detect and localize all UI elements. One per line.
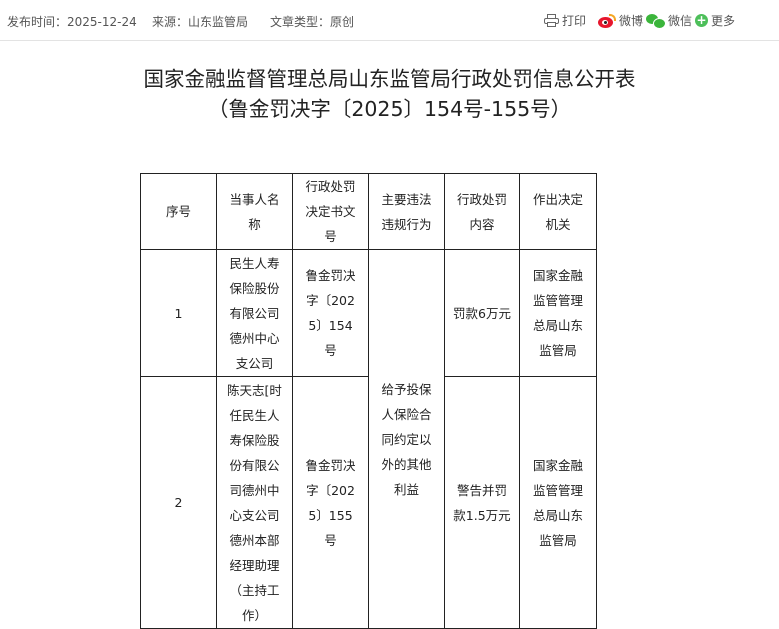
header-violation: 主要违法违规行为: [368, 173, 445, 250]
print-button[interactable]: 打印: [544, 12, 586, 29]
row-party: 陈天志[时任民生人寿保险股份有限公司德州中心支公司德州本部经理助理（主持工作）: [216, 376, 293, 629]
more-label: 更多: [711, 14, 736, 28]
article-meta-bar: 发布时间：2025-12-24 来源：山东监管局 文章类型：原创 打印 微博 微…: [0, 0, 779, 41]
row-authority: 国家金融监管管理总局山东监管局: [519, 376, 597, 629]
table-header-row: 序号 当事人名称 行政处罚决定书文号 主要违法违规行为 行政处罚内容 作出决定机…: [140, 173, 597, 250]
wechat-icon: [646, 13, 666, 29]
source: 来源：山东监管局: [152, 15, 249, 29]
weibo-label: 微博: [619, 14, 644, 28]
row-doc-no: 鲁金罚决字〔2025〕154号: [292, 249, 369, 377]
plus-icon: +: [695, 13, 708, 27]
article-type: 文章类型：原创: [270, 15, 355, 29]
row-seq: 2: [140, 376, 217, 629]
weibo-icon: [598, 13, 616, 28]
wechat-label: 微信: [668, 14, 693, 28]
publish-time: 发布时间：2025-12-24: [7, 15, 137, 29]
printer-icon: [544, 14, 559, 27]
header-authority: 作出决定机关: [519, 173, 597, 250]
row-party: 民生人寿保险股份有限公司德州中心支公司: [216, 249, 293, 377]
weibo-share-button[interactable]: 微博: [598, 12, 643, 29]
row-doc-no: 鲁金罚决字〔2025〕155号: [292, 376, 369, 629]
row-authority: 国家金融监管管理总局山东监管局: [519, 249, 597, 377]
wechat-share-button[interactable]: 微信: [646, 12, 692, 29]
header-party: 当事人名称: [216, 173, 293, 250]
header-seq: 序号: [140, 173, 217, 250]
page-title: 国家金融监督管理总局山东监管局行政处罚信息公开表: [143, 67, 636, 91]
print-label: 打印: [562, 14, 587, 28]
row-content: 警告并罚款1.5万元: [444, 376, 520, 629]
header-doc-no: 行政处罚决定书文号: [292, 173, 369, 250]
page-subtitle: （鲁金罚决字〔2025〕154号-155号）: [207, 97, 572, 121]
row-content: 罚款6万元: [444, 249, 520, 377]
header-content: 行政处罚内容: [444, 173, 520, 250]
more-share-button[interactable]: + 更多: [695, 12, 735, 29]
penalty-table: 序号 当事人名称 行政处罚决定书文号 主要违法违规行为 行政处罚内容 作出决定机…: [140, 173, 597, 629]
row-seq: 1: [140, 249, 217, 377]
table-row: 1 民生人寿保险股份有限公司德州中心支公司 鲁金罚决字〔2025〕154号 给予…: [140, 249, 597, 629]
row-violation: 给予投保人保险合同约定以外的其他利益: [368, 249, 445, 629]
